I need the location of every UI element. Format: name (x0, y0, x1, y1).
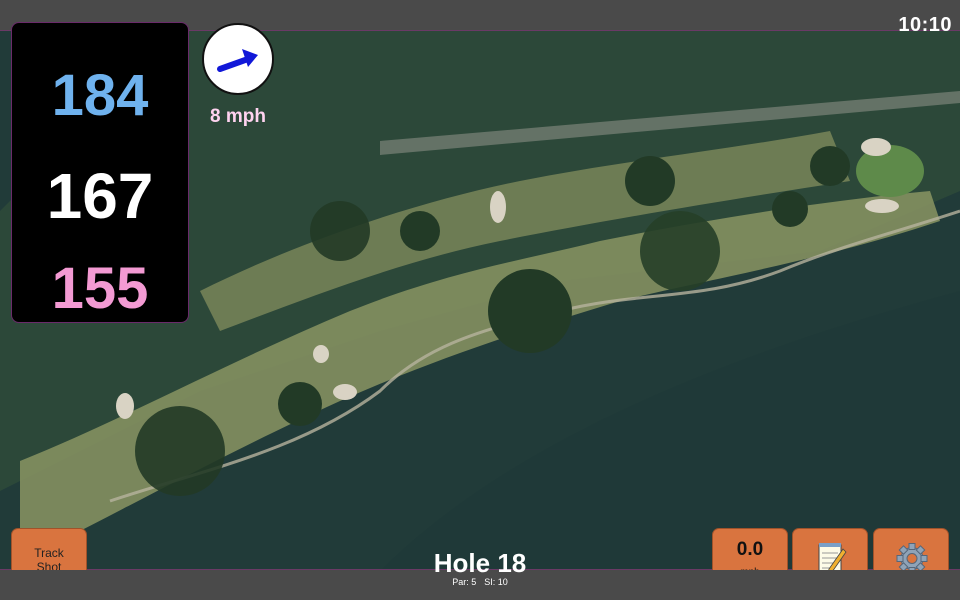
front-distance: 155 (51, 256, 149, 321)
distance-panel: 184 167 155 (11, 22, 189, 323)
wind-indicator (202, 23, 274, 95)
speed-value: 0.0 (736, 539, 764, 560)
hole-par: Par: 5 (452, 577, 477, 587)
hole-si: SI: 10 (484, 577, 508, 587)
center-distance: 167 (46, 160, 154, 232)
back-distance: 184 (51, 63, 149, 128)
wind-arrow-icon (217, 49, 258, 72)
hole-title: Hole 18 (433, 548, 527, 578)
clock: 10:10 (898, 14, 952, 36)
track-shot-label-line1: Track (34, 546, 64, 560)
wind-speed: 8 mph (210, 106, 266, 127)
hole-info: Par: 5 SI: 10 (380, 577, 580, 587)
